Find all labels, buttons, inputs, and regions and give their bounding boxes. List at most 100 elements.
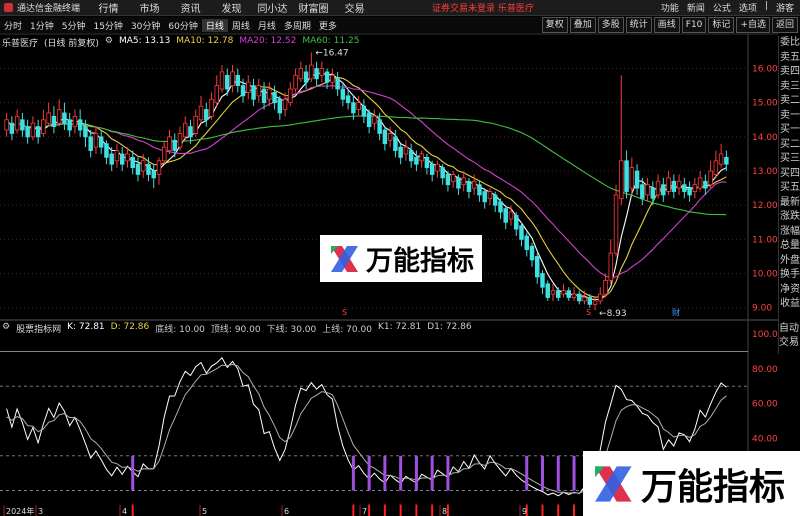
candle-body xyxy=(456,177,461,189)
candle-body xyxy=(640,184,645,199)
candle-body xyxy=(135,163,141,175)
candle-body xyxy=(598,293,603,302)
price-axis-label: 13.00 xyxy=(752,167,778,177)
candle-body xyxy=(382,129,388,145)
candle-body xyxy=(503,208,508,223)
time-axis-label: 6 xyxy=(284,507,289,516)
candle-body xyxy=(393,136,398,151)
candle-body xyxy=(167,136,172,151)
candle-body xyxy=(35,126,41,138)
candle-body xyxy=(529,245,535,261)
candle-body xyxy=(487,191,493,199)
finance-marker: 财 xyxy=(672,307,680,317)
candle-body xyxy=(214,85,220,104)
candle-body xyxy=(77,119,83,131)
candle-body xyxy=(466,180,472,192)
candle-body xyxy=(361,105,367,117)
candle-body xyxy=(424,156,430,169)
candle-body xyxy=(692,184,698,192)
candle-body xyxy=(671,180,677,192)
watermark-corner-text: 万能指标 xyxy=(641,466,786,508)
candle-body xyxy=(718,153,724,165)
candle-body xyxy=(93,133,99,148)
candle-body xyxy=(650,187,656,199)
bottom-signal-bar xyxy=(572,455,576,491)
candle-body xyxy=(261,88,267,104)
time-axis-label: 2024年 xyxy=(6,506,34,516)
candle-body xyxy=(125,153,130,162)
bottom-signal-bar xyxy=(383,455,387,491)
candle-body xyxy=(277,98,283,114)
candle-body xyxy=(414,156,419,165)
candle-body xyxy=(267,88,272,100)
bottom-signal-bar xyxy=(446,455,450,491)
time-axis-label: 8 xyxy=(442,507,447,516)
candle-body xyxy=(209,98,214,117)
bottom-signal-red-bar xyxy=(446,504,449,516)
candle-body xyxy=(56,109,62,124)
bottom-signal-bar xyxy=(556,455,560,491)
candle-body xyxy=(571,293,577,298)
bottom-signal-red-bar xyxy=(352,504,355,516)
candle-body xyxy=(177,133,183,148)
bottom-signal-red-bar xyxy=(557,504,560,516)
bottom-signal-bar xyxy=(351,455,355,491)
candle-body xyxy=(98,136,104,148)
candle-body xyxy=(324,71,330,83)
candle-body xyxy=(561,290,566,295)
candle-body xyxy=(556,290,561,298)
bottom-signal-red-bar xyxy=(131,504,134,516)
candle-body xyxy=(387,133,393,141)
watermark-corner-logo-icon xyxy=(595,465,632,502)
candle-body xyxy=(461,177,466,186)
candle-body xyxy=(156,160,162,175)
candle-body xyxy=(183,122,188,138)
candle-body xyxy=(608,252,614,281)
candle-body xyxy=(629,167,635,189)
time-axis-label: 7 xyxy=(362,507,367,516)
price-axis-label: 11.00 xyxy=(752,235,778,245)
candle-body xyxy=(477,184,482,196)
watermark-corner: 万能指标 xyxy=(583,451,800,516)
candle-body xyxy=(345,95,351,104)
candle-body xyxy=(666,177,671,192)
bottom-signal-red-bar xyxy=(383,504,386,516)
bottom-signal-red-bar xyxy=(399,504,402,516)
candle-body xyxy=(240,85,246,97)
candle-body xyxy=(72,115,78,128)
indicator-axis-label: 100.0 xyxy=(752,330,778,340)
price-axis-label: 16.00 xyxy=(752,65,778,75)
candle-body xyxy=(482,191,487,203)
bottom-signal-red-bar xyxy=(573,504,576,516)
bottom-signal-red-bar xyxy=(541,504,544,516)
candle-body xyxy=(140,160,146,172)
candle-body xyxy=(204,109,209,121)
candle-body xyxy=(235,74,241,86)
candle-body xyxy=(83,126,88,138)
candle-body xyxy=(25,126,30,138)
candle-body xyxy=(624,160,629,192)
price-axis-label: 9.00 xyxy=(752,304,772,314)
candle-body xyxy=(508,211,514,220)
candle-body xyxy=(9,122,15,134)
candle-body xyxy=(377,119,382,134)
candle-body xyxy=(172,139,177,151)
indicator-axis-label: 60.00 xyxy=(752,400,778,410)
candle-body xyxy=(88,136,93,151)
candle-body xyxy=(372,115,377,124)
candle-body xyxy=(62,112,67,124)
time-axis-label: 9 xyxy=(522,507,527,516)
candle-body xyxy=(119,153,125,165)
bottom-signal-bar xyxy=(131,455,135,491)
bottom-signal-bar xyxy=(414,455,418,491)
indicator-axis-label: 40.00 xyxy=(752,434,778,444)
candle-body xyxy=(687,187,692,196)
price-axis-label: 12.00 xyxy=(752,201,778,211)
candle-body xyxy=(4,119,9,131)
bottom-signal-bar xyxy=(525,455,529,491)
candle-body xyxy=(550,290,556,295)
candle-body xyxy=(498,201,503,213)
candle-body xyxy=(492,194,498,206)
time-axis-label: 4 xyxy=(122,507,127,516)
candle-body xyxy=(577,293,582,302)
